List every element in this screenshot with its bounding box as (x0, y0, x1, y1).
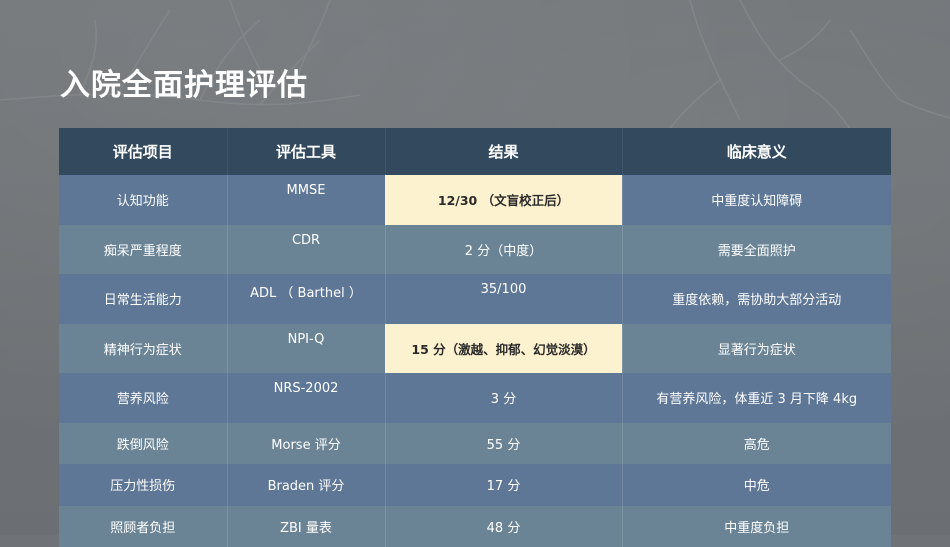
table-row: 跌倒风险 Morse 评分 55 分 高危 (59, 423, 891, 465)
cell-tool: ADL （ Barthel ） (227, 274, 385, 324)
header-item: 评估项目 (59, 128, 227, 175)
cell-tool: NRS-2002 (227, 373, 385, 423)
table-header-row: 评估项目 评估工具 结果 临床意义 (59, 128, 891, 175)
cell-meaning: 中重度负担 (622, 506, 891, 547)
cell-result: 48 分 (385, 506, 622, 547)
cell-item: 照顾者负担 (59, 506, 227, 547)
cell-tool: Morse 评分 (227, 423, 385, 465)
cell-result: 55 分 (385, 423, 622, 465)
table-row: 营养风险 NRS-2002 3 分 有营养风险，体重近 3 月下降 4kg (59, 373, 891, 423)
header-meaning: 临床意义 (622, 128, 891, 175)
cell-item: 精神行为症状 (59, 324, 227, 374)
cell-meaning: 有营养风险，体重近 3 月下降 4kg (622, 373, 891, 423)
cell-result: 3 分 (385, 373, 622, 423)
cell-tool: CDR (227, 225, 385, 275)
cell-tool: MMSE (227, 175, 385, 225)
cell-item: 营养风险 (59, 373, 227, 423)
cell-item: 认知功能 (59, 175, 227, 225)
cell-meaning: 中重度认知障碍 (622, 175, 891, 225)
cell-tool: NPI-Q (227, 324, 385, 374)
cell-item: 日常生活能力 (59, 274, 227, 324)
cell-meaning: 需要全面照护 (622, 225, 891, 275)
cell-meaning: 中危 (622, 464, 891, 506)
cell-result: 12/30 （文盲校正后） (385, 175, 622, 225)
table-row: 精神行为症状 NPI-Q 15 分（激越、抑郁、幻觉淡漠） 显著行为症状 (59, 324, 891, 374)
header-result: 结果 (385, 128, 622, 175)
cell-tool: Braden 评分 (227, 464, 385, 506)
cell-result: 15 分（激越、抑郁、幻觉淡漠） (385, 324, 622, 374)
cell-item: 压力性损伤 (59, 464, 227, 506)
cell-item: 痴呆严重程度 (59, 225, 227, 275)
cell-meaning: 显著行为症状 (622, 324, 891, 374)
table-row: 压力性损伤 Braden 评分 17 分 中危 (59, 464, 891, 506)
cell-result: 2 分（中度） (385, 225, 622, 275)
cell-item: 跌倒风险 (59, 423, 227, 465)
table-row: 日常生活能力 ADL （ Barthel ） 35/100 重度依赖，需协助大部… (59, 274, 891, 324)
table-row: 认知功能 MMSE 12/30 （文盲校正后） 中重度认知障碍 (59, 175, 891, 225)
table-row: 痴呆严重程度 CDR 2 分（中度） 需要全面照护 (59, 225, 891, 275)
cell-meaning: 高危 (622, 423, 891, 465)
cell-tool: ZBI 量表 (227, 506, 385, 547)
header-tool: 评估工具 (227, 128, 385, 175)
cell-result: 35/100 (385, 274, 622, 324)
cell-meaning: 重度依赖，需协助大部分活动 (622, 274, 891, 324)
assessment-table: 评估项目 评估工具 结果 临床意义 认知功能 MMSE 12/30 （文盲校正后… (59, 128, 891, 547)
table-row: 照顾者负担 ZBI 量表 48 分 中重度负担 (59, 506, 891, 547)
page-title: 入院全面护理评估 (60, 60, 308, 104)
cell-result: 17 分 (385, 464, 622, 506)
